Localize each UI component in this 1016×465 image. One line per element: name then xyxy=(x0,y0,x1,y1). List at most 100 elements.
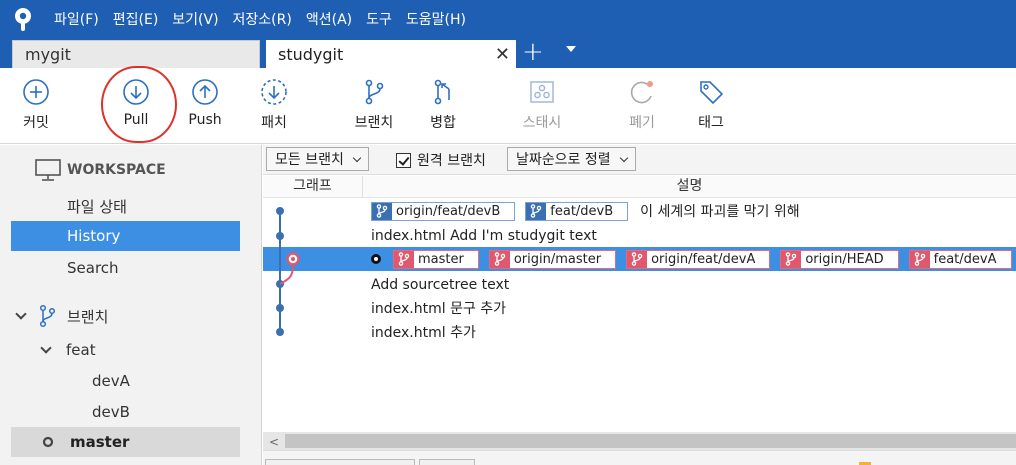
sidebar-item-file-status[interactable]: 파일 상태 xyxy=(11,191,240,221)
tab-mygit[interactable]: mygit xyxy=(12,40,260,68)
branch-filter-dropdown[interactable]: 모든 브랜치 xyxy=(266,147,369,171)
commit-description: index.html Add I'm studygit text xyxy=(371,224,597,248)
pull-label: Pull xyxy=(123,112,149,128)
branch-icon xyxy=(909,250,930,268)
commit-description: Add sourcetree text xyxy=(371,273,509,297)
branch-badge[interactable]: origin/feat/devA xyxy=(626,249,771,269)
sort-order-dropdown[interactable]: 날짜순으로 정렬 xyxy=(507,147,636,171)
chevron-down-icon[interactable] xyxy=(566,46,576,52)
arrow-up-circle-icon xyxy=(192,79,218,105)
menu-edit[interactable]: 편집(E) xyxy=(113,9,159,29)
commit-row[interactable]: origin/feat/devB feat/devB 이 세계의 파괴를 막기 … xyxy=(263,199,1016,223)
menu-tools[interactable]: 도구 xyxy=(366,9,392,29)
commit-row[interactable]: index.html 문구 추가 xyxy=(263,296,1016,320)
checkbox-label: 원격 브랜치 xyxy=(417,153,486,169)
column-description[interactable]: 설명 xyxy=(363,176,1016,198)
tag-button[interactable]: 태그 xyxy=(679,78,743,132)
merge-label: 병합 xyxy=(430,115,456,131)
tab-label: mygit xyxy=(25,45,71,64)
commit-description: index.html 문구 추가 xyxy=(371,296,506,320)
fetch-button[interactable]: 패치 xyxy=(242,78,306,132)
commit-message: Add sourcetree text xyxy=(371,277,510,293)
discard-button[interactable]: 폐기 xyxy=(610,78,674,132)
graph-node xyxy=(276,232,284,240)
pull-button[interactable]: Pull xyxy=(104,78,168,128)
sidebar-item-label: devB xyxy=(92,403,130,421)
chevron-down-icon[interactable] xyxy=(40,342,52,354)
commit-description: origin/feat/devB feat/devB 이 세계의 파괴를 막기 … xyxy=(371,199,800,223)
horizontal-scrollbar[interactable]: < xyxy=(263,432,1016,450)
sidebar-item-devA[interactable]: devA xyxy=(11,366,240,396)
stash-button[interactable]: 스태시 xyxy=(510,78,574,132)
sourcetree-logo-icon xyxy=(15,8,31,31)
push-label: Push xyxy=(188,112,222,128)
push-button[interactable]: Push xyxy=(173,78,237,128)
commit-label: 커밋 xyxy=(23,115,49,131)
menu-repository[interactable]: 저장소(R) xyxy=(233,9,292,29)
commit-message: index.html Add I'm studygit text xyxy=(371,228,597,244)
fetch-icon xyxy=(261,79,287,105)
branch-badge[interactable]: feat/devB xyxy=(525,201,629,221)
commit-button[interactable]: 커밋 xyxy=(4,78,68,132)
dropdown-label: 날짜순으로 정렬 xyxy=(516,152,611,168)
scroll-left-icon[interactable]: < xyxy=(269,435,279,449)
menu-help[interactable]: 도움말(H) xyxy=(406,9,466,29)
bottom-panel-tabs xyxy=(263,450,1016,465)
stash-icon xyxy=(530,81,554,103)
tab-label: studygit xyxy=(278,44,344,64)
branch-badge[interactable]: feat/devA xyxy=(908,249,1012,269)
column-graph[interactable]: 그래프 xyxy=(263,176,363,198)
sidebar-item-history[interactable]: History xyxy=(11,221,240,251)
branch-badge[interactable]: master xyxy=(393,249,479,269)
branch-label: 브랜치 xyxy=(354,115,394,131)
sidebar-item-label: devA xyxy=(92,372,130,390)
menu-view[interactable]: 보기(V) xyxy=(172,9,218,29)
workspace-label: WORKSPACE xyxy=(67,162,166,178)
menu-actions[interactable]: 액션(A) xyxy=(306,9,352,29)
branch-badge[interactable]: origin/master xyxy=(488,249,617,269)
branch-icon xyxy=(394,250,414,268)
commit-row[interactable]: Add sourcetree text xyxy=(263,273,1016,297)
branches-label: 브랜치 xyxy=(67,307,109,326)
history-panel: 모든 브랜치 원격 브랜치 날짜순으로 정렬 그래프 설명 origin/fea… xyxy=(263,145,1016,465)
arrow-down-circle-icon xyxy=(123,79,149,105)
sidebar-item-label: feat xyxy=(66,341,96,359)
add-tab-icon[interactable]: + xyxy=(522,38,544,66)
chevron-down-icon xyxy=(619,153,628,162)
sidebar-item-devB[interactable]: devB xyxy=(11,397,240,427)
chevron-down-icon[interactable] xyxy=(15,308,27,320)
dropdown-label: 모든 브랜치 xyxy=(275,152,344,168)
stash-label: 스태시 xyxy=(522,115,562,131)
remote-branches-checkbox[interactable] xyxy=(396,152,411,168)
branch-button[interactable]: 브랜치 xyxy=(342,78,406,132)
commit-description: master origin/master origin/feat/devA or… xyxy=(371,247,1012,271)
tag-icon xyxy=(700,81,724,105)
menu-file[interactable]: 파일(F) xyxy=(54,9,99,29)
tab-studygit[interactable]: studygit ✕ xyxy=(266,40,516,68)
sidebar-branches-header[interactable]: 브랜치 xyxy=(11,301,240,331)
branch-icon xyxy=(526,202,547,220)
merge-icon xyxy=(434,79,450,105)
commit-row[interactable]: index.html Add I'm studygit text xyxy=(263,224,1016,248)
scrollbar-thumb[interactable] xyxy=(285,434,1016,448)
sidebar-item-feat-folder[interactable]: feat xyxy=(11,335,240,365)
branch-badge[interactable]: origin/feat/devB xyxy=(371,201,516,221)
fetch-label: 패치 xyxy=(261,115,287,131)
discard-label: 폐기 xyxy=(629,115,655,131)
close-icon[interactable]: ✕ xyxy=(495,44,510,65)
commit-row[interactable]: index.html 추가 xyxy=(263,320,1016,344)
branch-icon xyxy=(365,79,384,105)
merge-button[interactable]: 병합 xyxy=(411,78,475,132)
remote-branches-toggle[interactable]: 원격 브랜치 xyxy=(396,150,486,170)
commit-message: index.html 추가 xyxy=(371,325,476,341)
sidebar-workspace-header[interactable]: WORKSPACE xyxy=(11,155,240,185)
commit-row-selected[interactable]: master origin/master origin/feat/devA or… xyxy=(263,247,1016,271)
plus-circle-icon xyxy=(23,79,49,105)
bottom-tab[interactable] xyxy=(419,459,475,465)
sidebar-item-search[interactable]: Search xyxy=(11,253,240,283)
branch-badge[interactable]: origin/HEAD xyxy=(780,249,899,269)
main-toolbar: 커밋 Pull Push 패치 브랜치 병합 스태시 폐기 태그 xyxy=(0,68,1016,144)
title-menu-bar: 파일(F) 편집(E) 보기(V) 저장소(R) 액션(A) 도구 도움말(H) xyxy=(0,0,1016,38)
sidebar-item-master[interactable]: master xyxy=(11,427,240,457)
bottom-tab[interactable] xyxy=(265,459,415,465)
